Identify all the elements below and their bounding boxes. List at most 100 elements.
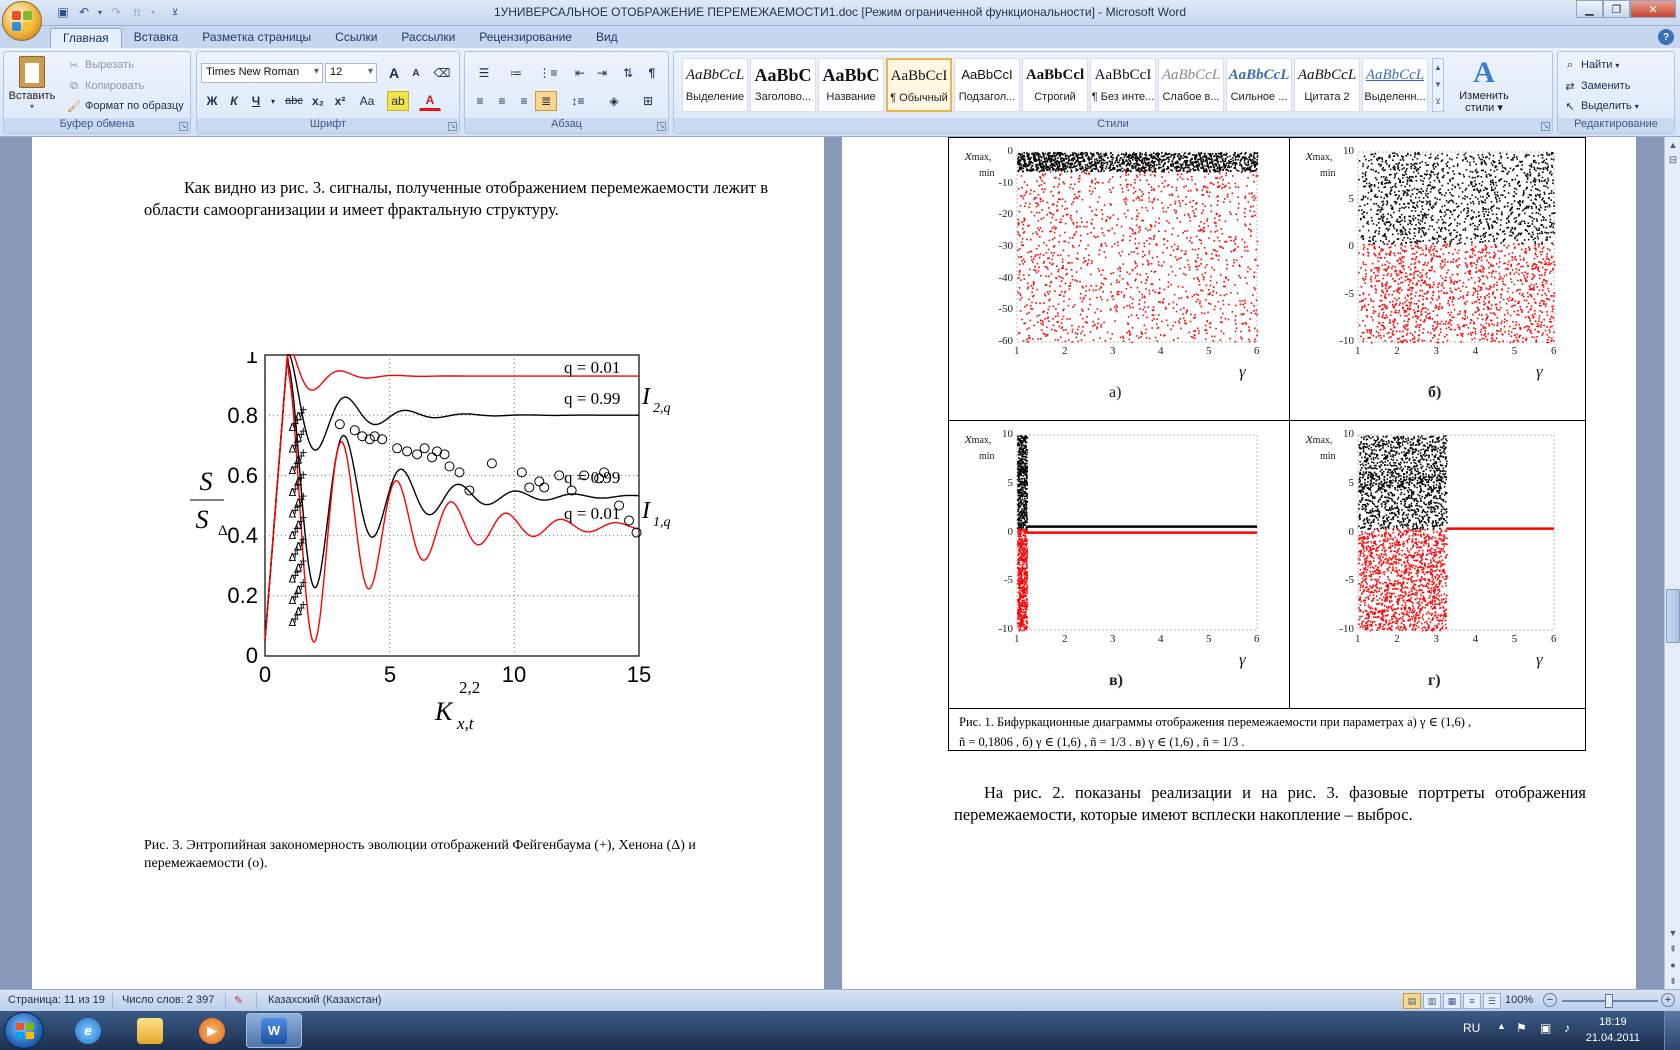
paste-button[interactable]: Вставить ▾ (8, 56, 56, 116)
align-center-button[interactable]: ≡ (491, 91, 513, 111)
show-marks-button[interactable]: ¶ (641, 63, 663, 83)
bifurcation-point (1371, 237, 1374, 240)
customize-qat-icon[interactable]: ⊻ (166, 3, 184, 21)
style-tile[interactable]: AaBbCcL Выделение (682, 58, 748, 112)
line-spacing-button[interactable]: ↕≡ (563, 91, 593, 111)
style-tile[interactable]: AaBbCcl Строгий (1022, 58, 1088, 112)
bifurcation-point (1190, 335, 1193, 338)
highlight-button[interactable]: ab (387, 91, 409, 111)
office-button[interactable] (2, 1, 42, 41)
tab-page-layout[interactable]: Разметка страницы (190, 28, 323, 48)
bifurcation-point (1432, 337, 1434, 339)
tab-view[interactable]: Вид (584, 28, 630, 48)
bifurcation-point (1254, 157, 1256, 160)
bifurcation-point (1031, 291, 1033, 294)
style-tile[interactable]: AaBbCcL Выделенн... (1362, 58, 1428, 112)
subscript-button[interactable]: x₂ (307, 91, 329, 111)
styles-scroll[interactable]: ▲ ▼ ⊻ (1432, 58, 1444, 112)
style-tile[interactable]: AaBbCcL Сильное ... (1226, 58, 1292, 112)
strikethrough-button[interactable]: abc (283, 91, 305, 111)
bifurcation-point (1396, 338, 1399, 340)
bifurcation-point (1426, 298, 1428, 301)
align-left-button[interactable]: ≡ (469, 91, 491, 111)
shading-button[interactable]: ◈ (599, 91, 629, 111)
bifurcation-point (1135, 197, 1138, 200)
superscript-button[interactable]: x² (329, 91, 351, 111)
tab-insert[interactable]: Вставка (122, 28, 191, 48)
cut-button[interactable]: ✂ Вырезать (66, 57, 134, 73)
bifurcation-point (1437, 189, 1440, 192)
bifurcation-point (1182, 157, 1184, 159)
multilevel-list-button[interactable]: ⋮≡ (533, 63, 563, 83)
increase-indent-button[interactable]: ⇥ (591, 63, 613, 83)
bifurcation-point (1150, 161, 1153, 163)
bifurcation-point (1101, 162, 1104, 164)
save-icon[interactable]: ▣ (54, 3, 72, 21)
change-case-button[interactable]: Aa (353, 91, 381, 111)
paragraph-text[interactable]: Как видно из рис. 3. сигналы, полученные… (144, 177, 768, 221)
bifurcation-point (1456, 163, 1459, 165)
bifurcation-point (1399, 258, 1402, 261)
grow-font-button[interactable]: A (383, 63, 405, 83)
style-tile[interactable]: AaBbCcL Слабое в... (1158, 58, 1224, 112)
bifurcation-point (1234, 340, 1237, 343)
bifurcation-point (1547, 186, 1549, 189)
underline-dropdown-icon[interactable]: ▾ (267, 91, 279, 111)
bullets-button[interactable]: ☰ (469, 63, 499, 83)
replace-button[interactable]: ⇄ Заменить (1562, 78, 1630, 94)
change-styles-button[interactable]: A Изменить стили ▾ (1454, 56, 1514, 114)
tab-review[interactable]: Рецензирование (467, 28, 584, 48)
undo-dropdown-icon[interactable]: ▾ (96, 3, 104, 21)
font-color-button[interactable]: A (419, 91, 441, 111)
style-tile[interactable]: AaBbCcI Подзагол... (954, 58, 1020, 112)
select-button[interactable]: ↖ Выделить ▾ (1562, 98, 1638, 114)
sort-button[interactable]: ⇅ (617, 63, 639, 83)
help-icon[interactable]: ? (1658, 29, 1674, 45)
style-tile[interactable]: AaBbCcL Цитата 2 (1294, 58, 1360, 112)
clear-formatting-button[interactable]: ⌫ (431, 63, 453, 83)
figure-caption[interactable]: Рис. 3. Энтропийная закономерность эволю… (144, 837, 754, 873)
copy-button[interactable]: ⧉ Копировать (66, 78, 144, 94)
justify-button[interactable]: ≣ (535, 91, 557, 111)
bifurcation-point (1512, 169, 1514, 172)
shrink-font-button[interactable]: A (405, 63, 427, 83)
style-tile[interactable]: AaBbC Заголово... (750, 58, 816, 112)
underline-button[interactable]: Ч (245, 91, 267, 111)
numbering-button[interactable]: ≔ (501, 63, 531, 83)
italic-button[interactable]: К (223, 91, 245, 111)
align-right-button[interactable]: ≡ (513, 91, 535, 111)
font-launcher-icon[interactable]: ↘ (448, 122, 457, 131)
style-tile-normal[interactable]: AaBbCcI ¶ Обычный (886, 58, 952, 112)
tab-home[interactable]: Главная (50, 28, 122, 48)
tab-references[interactable]: Ссылки (323, 28, 389, 48)
styles-launcher-icon[interactable]: ↘ (1541, 122, 1550, 131)
format-painter-button[interactable]: 🖌 Формат по образцу (66, 98, 184, 114)
font-size-combo[interactable]: 12 (325, 63, 377, 83)
decrease-indent-button[interactable]: ⇤ (569, 63, 591, 83)
minimize-button[interactable]: ▁ (1576, 0, 1603, 18)
find-button[interactable]: ⌕ Найти ▾ (1562, 57, 1620, 73)
bifurcation-point (1518, 232, 1520, 235)
clipboard-launcher-icon[interactable]: ↘ (179, 122, 188, 131)
font-name-combo[interactable]: Times New Roman (201, 63, 323, 83)
bifurcation-point (1393, 211, 1395, 214)
repeat-icon[interactable]: π (128, 3, 146, 21)
borders-button[interactable]: ⊞ (633, 91, 663, 111)
bifurcation-point (1437, 286, 1439, 289)
bifurcation-point (1126, 282, 1129, 284)
paragraph-launcher-icon[interactable]: ↘ (657, 122, 666, 131)
tab-mailings[interactable]: Рассылки (389, 28, 467, 48)
restore-button[interactable]: ❐ (1603, 0, 1630, 18)
bifurcation-point (1364, 180, 1366, 182)
undo-icon[interactable]: ↶ (75, 3, 93, 21)
bold-button[interactable]: Ж (201, 91, 223, 111)
style-tile[interactable]: AaBbC Название (818, 58, 884, 112)
bifurcation-point (1388, 164, 1391, 167)
repeat-dropdown-icon[interactable]: ▾ (149, 3, 157, 21)
style-tile[interactable]: AaBbCcI ¶ Без инте... (1090, 58, 1156, 112)
close-button[interactable]: ✕ (1630, 0, 1676, 18)
bifurcation-point (1113, 306, 1116, 308)
bifurcation-point (1174, 153, 1177, 155)
redo-icon[interactable]: ↷ (107, 3, 125, 21)
bifurcation-point (1061, 205, 1064, 207)
